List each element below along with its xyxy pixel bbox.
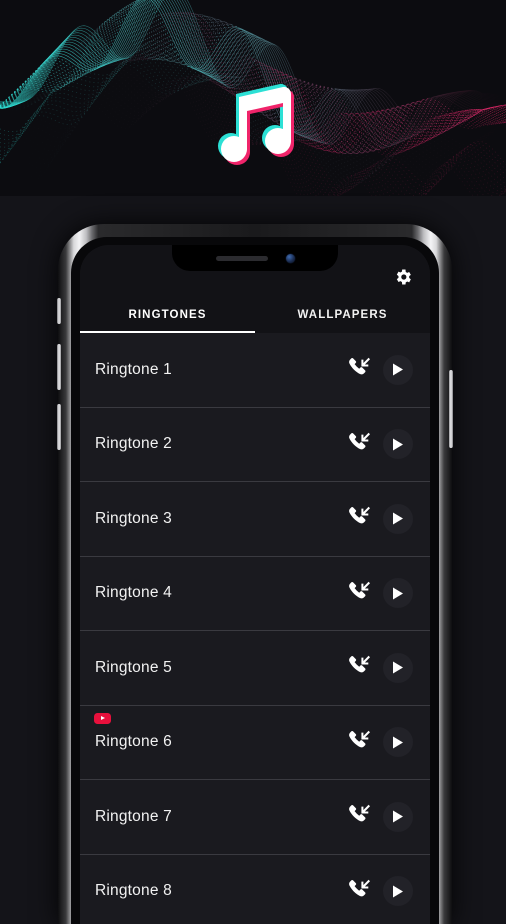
play-button[interactable] — [383, 653, 413, 683]
youtube-badge[interactable] — [94, 713, 111, 724]
play-button[interactable] — [383, 802, 413, 832]
earpiece-speaker-icon — [216, 256, 268, 261]
play-icon — [392, 885, 404, 898]
ringtone-title: Ringtone 4 — [95, 584, 347, 602]
play-icon — [392, 810, 404, 823]
play-button[interactable] — [383, 578, 413, 608]
phone-mockup: RINGTONES WALLPAPERS Ringtone 1Ringtone … — [58, 224, 452, 924]
ringtone-title: Ringtone 8 — [95, 882, 347, 900]
phone-incoming-icon[interactable] — [347, 504, 371, 533]
volume-down-button[interactable] — [57, 404, 61, 450]
ringtone-row[interactable]: Ringtone 6 — [80, 706, 430, 781]
phone-incoming-icon[interactable] — [347, 653, 371, 682]
play-button[interactable] — [383, 504, 413, 534]
tab-ringtones-label: RINGTONES — [128, 309, 206, 321]
play-button[interactable] — [383, 727, 413, 757]
gear-icon[interactable] — [393, 267, 413, 287]
tab-wallpapers[interactable]: WALLPAPERS — [255, 297, 430, 333]
ringtone-title: Ringtone 3 — [95, 510, 347, 528]
phone-incoming-icon[interactable] — [347, 355, 371, 384]
play-button[interactable] — [383, 876, 413, 906]
ringtone-actions — [347, 355, 430, 385]
phone-incoming-icon[interactable] — [347, 728, 371, 757]
app-ui: RINGTONES WALLPAPERS Ringtone 1Ringtone … — [80, 245, 430, 924]
ringtone-row[interactable]: Ringtone 7 — [80, 780, 430, 855]
play-icon — [392, 438, 404, 451]
ringtone-title: Ringtone 2 — [95, 435, 347, 453]
volume-up-button[interactable] — [57, 344, 61, 390]
ringtone-row[interactable]: Ringtone 3 — [80, 482, 430, 557]
phone-notch — [172, 245, 338, 271]
phone-incoming-icon[interactable] — [347, 579, 371, 608]
play-icon — [392, 587, 404, 600]
front-camera-icon — [286, 254, 295, 263]
play-button[interactable] — [383, 429, 413, 459]
ringtone-row[interactable]: Ringtone 4 — [80, 557, 430, 632]
ringtone-actions — [347, 653, 430, 683]
youtube-play-icon — [101, 716, 105, 720]
ringtone-actions — [347, 727, 430, 757]
phone-incoming-icon[interactable] — [347, 430, 371, 459]
power-button[interactable] — [449, 370, 453, 448]
ringtone-title: Ringtone 6 — [95, 733, 347, 751]
play-icon — [392, 363, 404, 376]
play-icon — [392, 512, 404, 525]
ringtone-row[interactable]: Ringtone 5 — [80, 631, 430, 706]
ringtone-actions — [347, 429, 430, 459]
play-button[interactable] — [383, 355, 413, 385]
phone-incoming-icon[interactable] — [347, 877, 371, 906]
phone-screen: RINGTONES WALLPAPERS Ringtone 1Ringtone … — [80, 245, 430, 924]
ringtone-actions — [347, 802, 430, 832]
play-icon — [392, 736, 404, 749]
ringtone-title: Ringtone 7 — [95, 808, 347, 826]
ringtone-actions — [347, 876, 430, 906]
phone-incoming-icon[interactable] — [347, 802, 371, 831]
play-icon — [392, 661, 404, 674]
ringtone-actions — [347, 504, 430, 534]
ringtone-title: Ringtone 1 — [95, 361, 347, 379]
music-note-icon — [213, 63, 297, 166]
ringtone-list[interactable]: Ringtone 1 Ringtone 2 Ringtone 3 Ringtone 4… — [80, 333, 430, 924]
ringtone-row[interactable]: Ringtone 1 — [80, 333, 430, 408]
tab-bar: RINGTONES WALLPAPERS — [80, 297, 430, 333]
ringtone-title: Ringtone 5 — [95, 659, 347, 677]
tab-ringtones[interactable]: RINGTONES — [80, 297, 255, 333]
mute-switch-button[interactable] — [57, 298, 61, 324]
ringtone-row[interactable]: Ringtone 2 — [80, 408, 430, 483]
hero-banner — [0, 0, 506, 196]
ringtone-actions — [347, 578, 430, 608]
tab-wallpapers-label: WALLPAPERS — [297, 309, 387, 321]
ringtone-row[interactable]: Ringtone 8 — [80, 855, 430, 924]
